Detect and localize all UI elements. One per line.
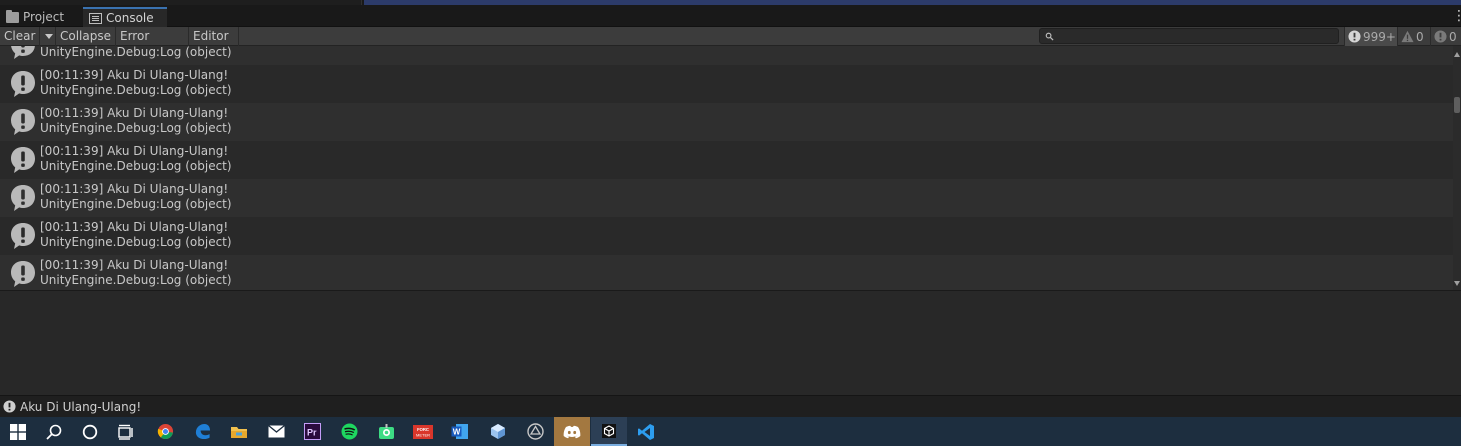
editor-dropdown-label: Editor — [193, 29, 229, 43]
editor-dropdown[interactable]: Editor — [189, 27, 239, 57]
spotify-icon[interactable] — [331, 417, 367, 446]
folder-icon — [6, 9, 19, 23]
info-bubble-icon — [3, 400, 16, 413]
status-message[interactable]: Aku Di Ulang-Ulang! — [20, 400, 141, 414]
svg-text:FORC: FORC — [417, 427, 429, 432]
log-count-toggle[interactable]: 999+ — [1344, 27, 1397, 46]
scrollbar-thumb[interactable] — [1454, 97, 1460, 113]
error-icon — [1434, 30, 1447, 43]
log-stack-trace: UnityEngine.Debug:Log (object) — [40, 273, 232, 287]
log-message-icon — [11, 185, 35, 211]
clear-options-dropdown[interactable] — [40, 27, 56, 46]
log-message-icon — [11, 223, 35, 249]
log-stack-trace: UnityEngine.Debug:Log (object) — [40, 235, 232, 249]
warning-icon — [1401, 30, 1414, 43]
console-search[interactable] — [1039, 28, 1339, 44]
log-message-icon — [11, 71, 35, 97]
cpu-meter-icon[interactable]: FORC METER — [405, 417, 441, 446]
log-message-icon — [11, 261, 35, 287]
log-detail-pane — [0, 291, 1461, 395]
3d-viewer-icon[interactable] — [480, 417, 516, 446]
chevron-down-icon — [45, 34, 53, 39]
windows-start-icon[interactable] — [0, 417, 36, 446]
unity-hub-icon[interactable] — [517, 417, 553, 446]
word-icon[interactable]: W — [442, 417, 478, 446]
log-entry[interactable]: [00:11:39] Aku Di Ulang-Ulang! UnityEngi… — [0, 141, 1453, 179]
windows-taskbar: Pr FORC METER W — [0, 417, 1461, 446]
tab-console[interactable]: Console — [83, 7, 167, 27]
scroll-down-arrow-icon[interactable] — [1454, 281, 1460, 286]
log-stack-trace: UnityEngine.Debug:Log (object) — [40, 83, 232, 97]
log-message: [00:11:39] Aku Di Ulang-Ulang! — [40, 182, 229, 196]
scroll-up-arrow-icon[interactable] — [1454, 52, 1460, 57]
edge-icon[interactable] — [184, 417, 220, 446]
cortana-icon[interactable] — [72, 417, 108, 446]
info-bubble-icon — [1348, 30, 1361, 43]
android-studio-icon[interactable] — [368, 417, 404, 446]
chrome-icon[interactable] — [147, 417, 183, 446]
collapse-button[interactable]: Collapse — [56, 27, 116, 46]
premiere-pro-icon[interactable]: Pr — [294, 417, 330, 446]
tab-project[interactable]: Project — [0, 7, 82, 27]
log-message: [00:11:39] Aku Di Ulang-Ulang! — [40, 220, 229, 234]
editor-status-bar: Aku Di Ulang-Ulang! — [0, 395, 1461, 417]
tab-console-label: Console — [106, 11, 154, 25]
search-icon — [1045, 32, 1054, 41]
error-count: 0 — [1449, 29, 1457, 44]
discord-icon[interactable] — [554, 417, 590, 446]
svg-text:Pr: Pr — [307, 428, 317, 438]
file-explorer-icon[interactable] — [221, 417, 257, 446]
log-entry[interactable]: [00:11:39] Aku Di Ulang-Ulang! UnityEngi… — [0, 65, 1453, 103]
log-count: 999+ — [1363, 29, 1396, 44]
console-toolbar: Clear Collapse Error Pause Editor 999+ 0 — [0, 27, 1461, 61]
log-stack-trace: UnityEngine.Debug:Log (object) — [40, 46, 232, 59]
log-entry[interactable]: [00:11:39] Aku Di Ulang-Ulang! UnityEngi… — [0, 179, 1453, 217]
tab-project-label: Project — [23, 10, 65, 24]
panel-menu-icon[interactable]: ⋮ — [1452, 9, 1461, 23]
log-entry[interactable]: [00:11:39] Aku Di Ulang-Ulang! UnityEngi… — [0, 217, 1453, 255]
log-message-icon — [11, 147, 35, 173]
log-entry[interactable]: [00:11:39] Aku Di Ulang-Ulang! UnityEngi… — [0, 103, 1453, 141]
log-stack-trace: UnityEngine.Debug:Log (object) — [40, 159, 232, 173]
log-stack-trace: UnityEngine.Debug:Log (object) — [40, 121, 232, 135]
warning-count: 0 — [1416, 29, 1424, 44]
log-entry[interactable]: [00:11:39] Aku Di Ulang-Ulang! UnityEngi… — [0, 255, 1453, 290]
search-icon[interactable] — [36, 417, 72, 446]
console-icon — [89, 12, 102, 24]
vscode-icon[interactable] — [628, 417, 664, 446]
log-message: [00:11:39] Aku Di Ulang-Ulang! — [40, 106, 229, 120]
panel-tab-bar: Project Console ⋮ — [0, 5, 1461, 27]
log-message: [00:11:39] Aku Di Ulang-Ulang! — [40, 144, 229, 158]
mail-icon[interactable] — [258, 417, 294, 446]
svg-text:METER: METER — [416, 432, 430, 437]
log-list-scrollbar[interactable] — [1453, 46, 1461, 290]
warning-count-toggle[interactable]: 0 — [1397, 27, 1430, 46]
svg-text:W: W — [453, 428, 461, 437]
error-count-toggle[interactable]: 0 — [1430, 27, 1461, 46]
console-log-list: UnityEngine.Debug:Log (object) [00:11:39… — [0, 46, 1453, 290]
log-message: [00:11:39] Aku Di Ulang-Ulang! — [40, 258, 229, 272]
log-entry[interactable]: UnityEngine.Debug:Log (object) — [0, 46, 1453, 65]
log-message-icon — [11, 109, 35, 135]
log-message-icon — [11, 46, 35, 59]
error-pause-button[interactable]: Error Pause — [116, 27, 189, 61]
log-message: [00:11:39] Aku Di Ulang-Ulang! — [40, 68, 229, 82]
log-stack-trace: UnityEngine.Debug:Log (object) — [40, 197, 232, 211]
task-view-icon[interactable] — [108, 417, 144, 446]
clear-button[interactable]: Clear — [0, 27, 40, 46]
unity-icon[interactable] — [591, 417, 627, 446]
search-input[interactable] — [1056, 29, 1336, 43]
